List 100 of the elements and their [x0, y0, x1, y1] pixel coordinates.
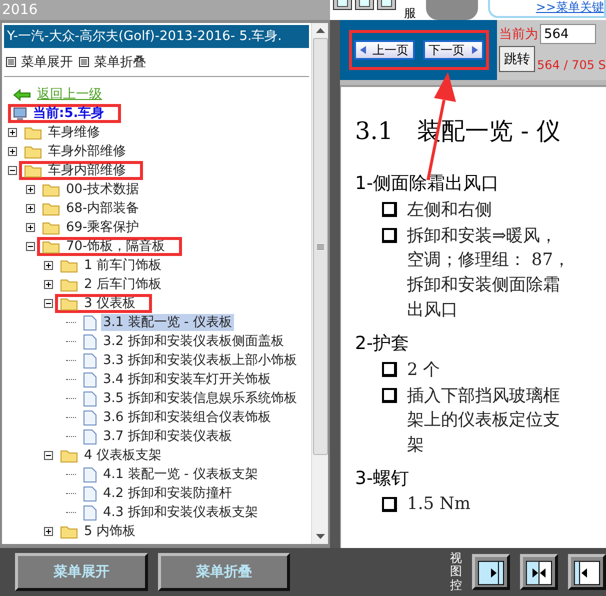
page-icon: [83, 314, 97, 330]
bullet-icon: [382, 496, 397, 512]
menu-action[interactable]: 菜单折叠: [79, 53, 146, 71]
scrollbar[interactable]: [311, 23, 328, 544]
folder-icon: [60, 448, 78, 462]
side-text: 服: [404, 6, 416, 20]
folder-icon: [42, 182, 60, 196]
bullet-text: 出风口: [406, 299, 459, 322]
folder-icon: [60, 524, 78, 538]
page-icon: [83, 352, 97, 368]
bullet-text: 空调；修理组： 87，: [406, 249, 572, 272]
view-button[interactable]: [472, 554, 510, 590]
tree-item[interactable]: 3.3 拆卸和安装仪表板上部小饰板: [101, 352, 299, 369]
current-page-label: 当前为: [499, 26, 538, 43]
menu-action[interactable]: 菜单展开: [6, 53, 73, 71]
bullet-text: 2 个: [407, 358, 440, 380]
expand-icon[interactable]: [8, 128, 17, 137]
window-title: 2016: [1, 1, 39, 20]
scroll-up-icon[interactable]: [316, 28, 324, 34]
collapse-icon[interactable]: [8, 166, 17, 175]
computer-icon: [13, 106, 27, 120]
tree-item[interactable]: 3.2 拆卸和安装仪表板侧面盖板: [101, 333, 286, 350]
view-control-label: 视图控: [450, 552, 462, 592]
tree-item[interactable]: 69-乘客保护: [64, 219, 142, 236]
next-page-button[interactable]: 下一页: [422, 40, 484, 60]
tree-item[interactable]: 00-技术数据: [64, 181, 142, 198]
page-icon: [83, 428, 97, 444]
bullet-text: 插入下部挡风玻璃框: [407, 384, 560, 406]
tree-item[interactable]: 3.1 装配一览 - 仪表板: [101, 314, 234, 331]
bullet-text: 拆卸和安装⇒暖风，: [407, 224, 558, 246]
folder-icon: [60, 258, 78, 272]
tree-item[interactable]: 68-内部装备: [64, 200, 142, 217]
list-icon: [79, 57, 89, 67]
tree-item[interactable]: 70-饰板，隔音板: [64, 238, 168, 255]
scroll-down-icon[interactable]: [316, 533, 324, 539]
tree-item[interactable]: 4 仪表板支架: [82, 447, 164, 464]
tree-item[interactable]: 3.7 拆卸和安装仪表板: [101, 428, 234, 445]
photo-placeholder: [426, 0, 478, 20]
bullet-text: 左侧和右侧: [407, 198, 492, 220]
back-arrow-icon: [13, 88, 31, 100]
tree-item[interactable]: 1 前车门饰板: [82, 257, 164, 274]
item-heading: 1-侧面除霜出风口: [355, 172, 500, 196]
toolbar-icon[interactable]: [355, 0, 374, 10]
tree-item[interactable]: 3 仪表板: [82, 295, 138, 312]
page-icon: [83, 390, 97, 406]
expand-icon[interactable]: [44, 527, 53, 536]
item-heading: 2-护套: [355, 332, 410, 356]
page-icon: [83, 486, 97, 502]
menu-link[interactable]: >>菜单关键: [536, 0, 604, 16]
item-heading: 3-螺钉: [355, 467, 410, 491]
view-button[interactable]: [568, 554, 606, 590]
go-button[interactable]: 跳转: [499, 46, 535, 72]
arrows-inward-icon: [526, 560, 552, 586]
tree-item[interactable]: 5 内饰板: [82, 523, 138, 540]
folder-icon: [42, 202, 60, 216]
expand-icon[interactable]: [44, 261, 53, 270]
bullet-text: 1.5 Nm: [407, 494, 470, 514]
arrow-left-icon: [360, 46, 366, 54]
expand-icon[interactable]: [26, 223, 35, 232]
arrow-right-icon: [478, 560, 504, 586]
list-icon: [6, 57, 16, 67]
tree-item[interactable]: 4.3 拆卸和安装仪表板支架: [101, 504, 260, 521]
folder-icon: [60, 278, 78, 292]
arrow-right-icon: [470, 46, 478, 54]
tree-item[interactable]: 3.5 拆卸和安装信息娱乐系统饰板: [101, 390, 299, 407]
scroll-thumb[interactable]: [312, 38, 328, 455]
tree-item[interactable]: 2 后车门饰板: [82, 276, 164, 293]
expand-icon[interactable]: [26, 185, 35, 194]
folder-icon: [24, 126, 42, 140]
expand-icon[interactable]: [26, 204, 35, 213]
toolbar-icon[interactable]: [377, 0, 396, 10]
collapse-icon[interactable]: [26, 242, 35, 251]
page-icon: [83, 372, 97, 388]
tree-item[interactable]: 车身维修: [46, 124, 102, 141]
page-icon: [83, 466, 97, 482]
page-input[interactable]: 564: [540, 24, 596, 44]
folder-icon: [24, 144, 42, 158]
tree-item[interactable]: 车身外部维修: [46, 143, 128, 160]
bullet-text: 架: [406, 434, 425, 457]
tree-item[interactable]: 4.1 装配一览 - 仪表板支架: [101, 466, 260, 483]
prev-page-button[interactable]: 上一页: [354, 40, 414, 60]
folder-icon: [60, 296, 78, 310]
collapse-icon[interactable]: [44, 299, 53, 308]
expand-icon[interactable]: [44, 280, 53, 289]
collapse-icon[interactable]: [44, 451, 53, 460]
folder-icon: [24, 164, 42, 178]
grip-icon: [316, 244, 324, 250]
toolbar-icon[interactable]: [333, 0, 352, 10]
expand-icon[interactable]: [8, 147, 17, 156]
tree-item[interactable]: 3.4 拆卸和安装车灯开关饰板: [101, 371, 273, 388]
tree-item[interactable]: 3.6 拆卸和安装组合仪表饰板: [101, 409, 273, 426]
page-count: 564 / 705 S: [537, 58, 606, 72]
bullet-icon: [382, 202, 397, 216]
view-button[interactable]: [520, 554, 558, 590]
bullet-icon: [382, 388, 397, 402]
tree-item[interactable]: 车身内部维修: [46, 162, 128, 179]
bullet-icon: [382, 362, 397, 376]
arrow-left-icon: [574, 560, 600, 586]
tree-item[interactable]: 4.2 拆卸和安装防撞杆: [101, 485, 234, 502]
bullet-icon: [382, 228, 397, 242]
